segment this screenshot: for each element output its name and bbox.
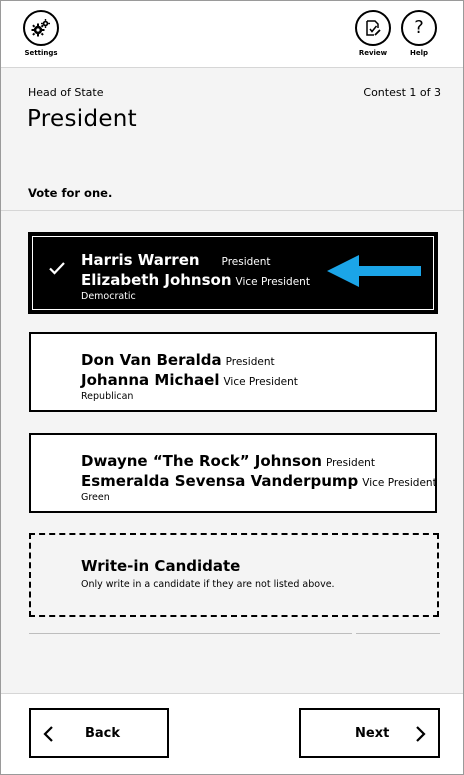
candidate-party: Democratic bbox=[81, 291, 136, 302]
candidate-vice-name: Esmeralda Sevensa Vanderpump bbox=[81, 472, 359, 490]
candidate-list: Harris Warren President Elizabeth Johnson… bbox=[1, 211, 463, 693]
help-button[interactable]: ? Help bbox=[399, 10, 439, 57]
candidate-president-role: President bbox=[221, 256, 271, 268]
list-end-divider bbox=[29, 633, 352, 634]
candidate-vice-role: Vice President bbox=[223, 376, 298, 388]
vote-instructions: Vote for one. bbox=[28, 186, 113, 200]
next-label: Next bbox=[355, 726, 390, 741]
candidate-vice-role: Vice President bbox=[362, 477, 437, 489]
candidate-president-name: Don Van Beralda bbox=[81, 351, 222, 369]
candidate-option-2[interactable]: Don Van Beralda President Johanna Michael… bbox=[29, 332, 437, 412]
next-button[interactable]: Next bbox=[299, 708, 440, 758]
page-title: President bbox=[27, 106, 137, 132]
gears-icon bbox=[31, 19, 50, 37]
office-subtitle: Head of State bbox=[28, 86, 104, 99]
ballot-screen: Settings Review ? Help Head of State Con… bbox=[0, 0, 464, 775]
chevron-right-icon bbox=[416, 726, 426, 742]
candidate-vice-name: Johanna Michael bbox=[81, 371, 220, 389]
candidate-vice-name: Elizabeth Johnson bbox=[81, 271, 232, 289]
checkmark-icon bbox=[49, 262, 65, 275]
help-label: Help bbox=[409, 49, 429, 57]
candidate-president-name: Harris Warren bbox=[81, 251, 200, 269]
review-button[interactable]: Review bbox=[353, 10, 393, 57]
back-button[interactable]: Back bbox=[29, 708, 169, 758]
list-end-divider bbox=[356, 633, 440, 634]
review-label: Review bbox=[358, 49, 388, 57]
candidate-option-1[interactable]: Harris Warren President Elizabeth Johnson… bbox=[28, 232, 438, 314]
top-bar: Settings Review ? Help bbox=[1, 1, 463, 68]
settings-button[interactable]: Settings bbox=[21, 10, 61, 57]
contest-header: Head of State Contest 1 of 3 President V… bbox=[1, 68, 463, 210]
write-in-option[interactable]: Write-in Candidate Only write in a candi… bbox=[29, 533, 439, 617]
footer-nav: Back Next bbox=[1, 693, 463, 774]
candidate-president-role: President bbox=[225, 356, 275, 368]
candidate-vice-role: Vice President bbox=[235, 276, 310, 288]
chevron-left-icon bbox=[43, 726, 53, 742]
settings-label: Settings bbox=[24, 49, 58, 57]
candidate-party: Republican bbox=[81, 391, 134, 402]
write-in-title: Write-in Candidate bbox=[81, 557, 241, 575]
candidate-party: Green bbox=[81, 492, 110, 503]
review-icon bbox=[366, 20, 381, 36]
arrow-left-icon bbox=[327, 255, 421, 287]
candidate-president-role: President bbox=[325, 457, 375, 469]
candidate-president-name: Dwayne “The Rock” Johnson bbox=[81, 452, 322, 470]
help-icon: ? bbox=[414, 17, 424, 38]
write-in-note: Only write in a candidate if they are no… bbox=[81, 579, 335, 590]
contest-counter: Contest 1 of 3 bbox=[363, 86, 441, 99]
candidate-option-3[interactable]: Dwayne “The Rock” Johnson President Esmer… bbox=[29, 433, 437, 513]
back-label: Back bbox=[85, 726, 121, 741]
